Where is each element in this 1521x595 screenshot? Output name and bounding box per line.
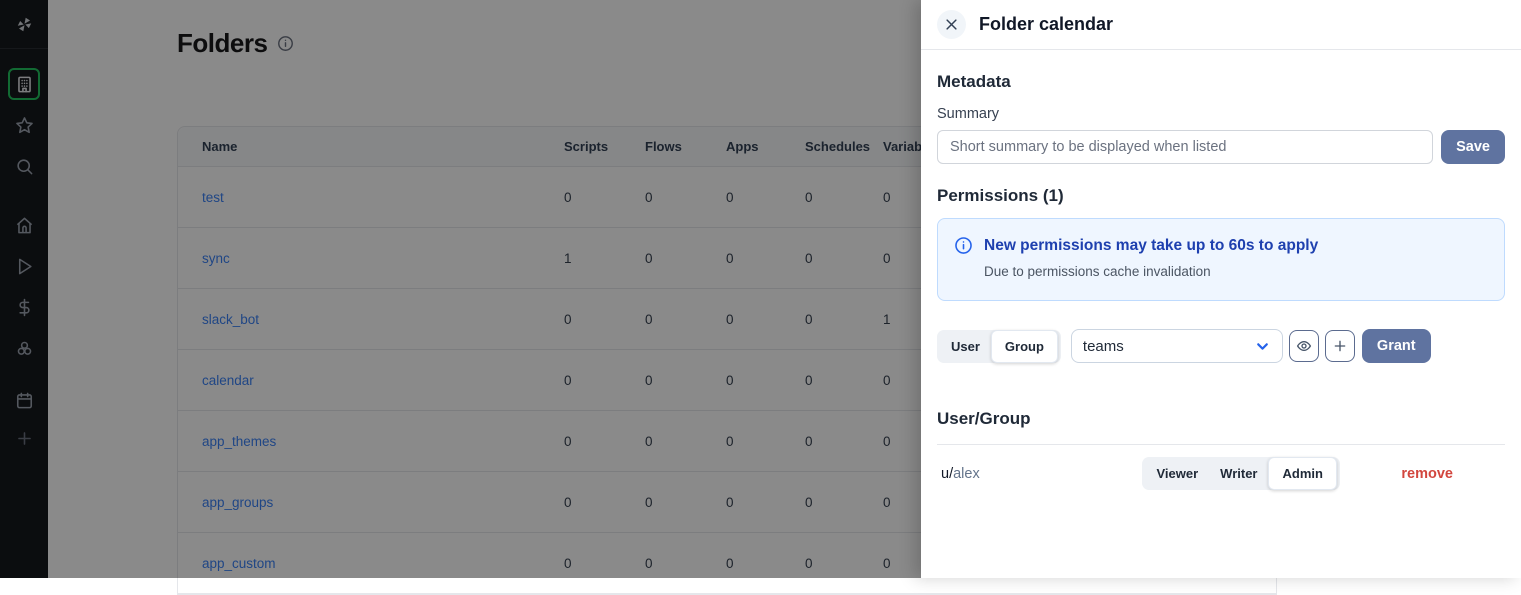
members-heading: User/Group [937, 409, 1505, 429]
role-writer[interactable]: Writer [1209, 460, 1268, 487]
drawer-header: Folder calendar [921, 0, 1521, 50]
save-button[interactable]: Save [1441, 130, 1505, 164]
preview-permissions-button[interactable] [1289, 330, 1319, 362]
summary-label: Summary [937, 106, 1505, 122]
eye-icon [1296, 338, 1312, 354]
role-toggle: ViewerWriterAdmin [1142, 457, 1339, 490]
role-viewer[interactable]: Viewer [1145, 460, 1209, 487]
permissions-heading: Permissions (1) [937, 186, 1505, 206]
add-group-button[interactable] [1325, 330, 1355, 362]
alert-title: New permissions may take up to 60s to ap… [984, 237, 1318, 255]
modal-overlay[interactable] [0, 0, 921, 578]
toggle-user[interactable]: User [940, 333, 991, 360]
member-name: u/alex [941, 466, 1081, 482]
role-admin[interactable]: Admin [1268, 457, 1336, 490]
grant-controls: UserGroup teams [937, 329, 1505, 363]
members-list: u/alex ViewerWriterAdmin remove [937, 445, 1505, 490]
folder-drawer: Folder calendar Metadata Summary Save Pe… [921, 0, 1521, 578]
toggle-group[interactable]: Group [991, 330, 1058, 363]
user-group-toggle: UserGroup [937, 330, 1061, 363]
alert-subtitle: Due to permissions cache invalidation [984, 264, 1488, 279]
permissions-alert: New permissions may take up to 60s to ap… [937, 218, 1505, 301]
metadata-heading: Metadata [937, 72, 1505, 92]
summary-input[interactable] [937, 130, 1433, 164]
grant-button[interactable]: Grant [1362, 329, 1431, 363]
plus-icon [1332, 338, 1348, 354]
chevron-down-icon [1254, 338, 1271, 355]
close-button[interactable] [937, 10, 966, 39]
remove-link[interactable]: remove [1401, 466, 1453, 482]
group-select-value: teams [1083, 338, 1124, 355]
group-select[interactable]: teams [1071, 329, 1283, 363]
info-circle-icon [954, 236, 973, 255]
close-icon [944, 17, 959, 32]
drawer-title: Folder calendar [979, 14, 1113, 35]
member-row: u/alex ViewerWriterAdmin remove [937, 445, 1505, 490]
